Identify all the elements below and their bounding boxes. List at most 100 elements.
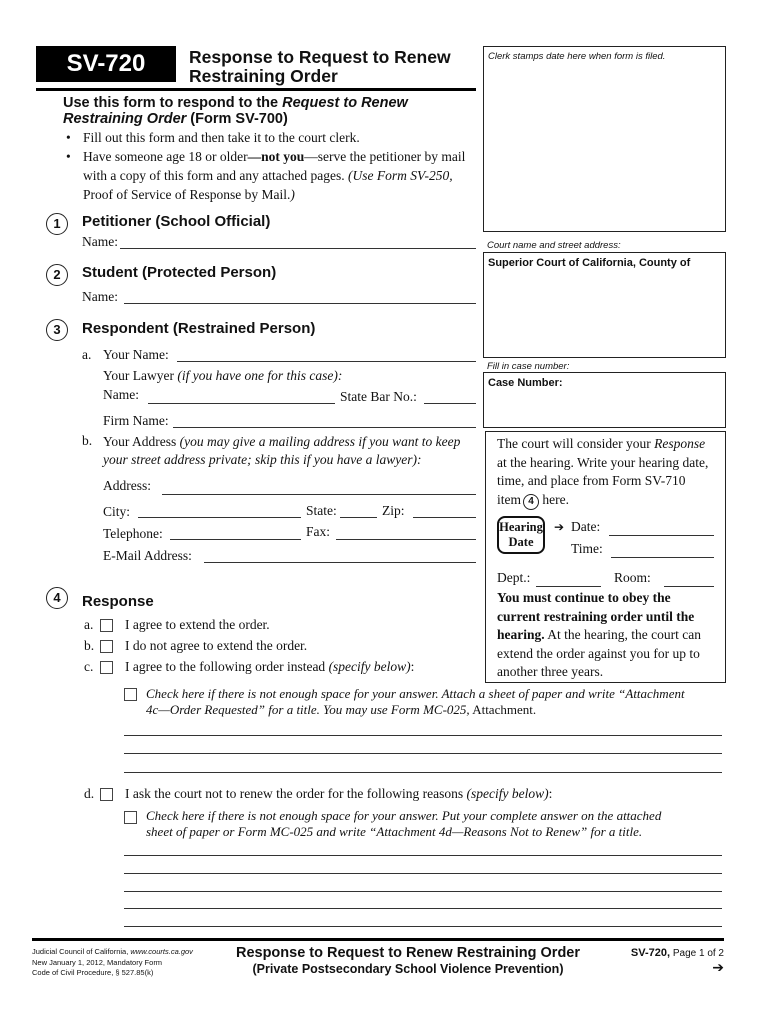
address-instruction-italic: (you may give a mailing address if you w… [179, 434, 461, 449]
student-name-field[interactable] [124, 289, 476, 304]
header-divider [36, 88, 476, 91]
warning-text: another three years. [497, 664, 604, 679]
footer-website-link[interactable]: www.courts.ca.gov [130, 947, 193, 956]
form-title: Response to Request to Renew Restraining… [189, 48, 451, 86]
warning-bold: You must continue to obey the [497, 590, 671, 605]
option-b-checkbox[interactable] [100, 640, 113, 653]
attachment-note-plain: Attachment. [469, 702, 537, 717]
section-2-number: 2 [46, 264, 68, 286]
answer-4d-line[interactable] [124, 877, 722, 892]
option-label-tail: : [548, 786, 553, 801]
bullet-italic: ) [290, 187, 295, 202]
section-4-title: Response [82, 593, 154, 610]
attachment-4d-checkbox[interactable] [124, 811, 137, 824]
option-d-checkbox[interactable] [100, 788, 113, 801]
time-label: Time: [571, 541, 603, 556]
lawyer-label-text: Your Lawyer [103, 368, 178, 383]
lawyer-label: Your Lawyer (if you have one for this ca… [103, 368, 342, 384]
form-code: SV-720 [66, 50, 146, 77]
answer-4d-line[interactable] [124, 841, 722, 856]
state-bar-field[interactable] [424, 389, 476, 404]
dept-field[interactable] [536, 572, 601, 587]
warning-text: At the hearing, the court can [544, 627, 701, 642]
address-instruction: Your Address (you may give a mailing add… [103, 433, 460, 469]
warning-bold: current restraining order until the [497, 608, 695, 624]
intro-heading: Use this form to respond to the Request … [63, 95, 408, 127]
email-field[interactable] [204, 548, 476, 563]
attachment-4d-note: Check here if there is not enough space … [146, 808, 661, 840]
item-3b-marker: b. [82, 433, 93, 448]
option-label: I agree to extend the order. [125, 617, 270, 632]
room-field[interactable] [664, 572, 714, 587]
hearing-date-field[interactable] [609, 521, 714, 536]
section-4-number: 4 [46, 587, 68, 609]
bullet-text: Proof of Service of Response by Mail. [83, 187, 291, 202]
response-option-a[interactable]: a. I agree to extend the order. [84, 617, 464, 635]
footer-left: Judicial Council of California, www.cour… [32, 947, 193, 979]
warning-text: extend the order against you for up to [497, 645, 700, 661]
state-bar-label: State Bar No.: [340, 389, 417, 404]
hearing-intro-line: time, and place from Form SV-710 [497, 473, 686, 488]
firm-name-label: Firm Name: [103, 413, 169, 428]
answer-4c-line[interactable] [124, 758, 722, 773]
response-option-b[interactable]: b. I do not agree to extend the order. [84, 638, 464, 656]
answer-4c-line[interactable] [124, 721, 722, 736]
your-name-field[interactable] [177, 347, 476, 362]
case-number-box[interactable]: Case Number: [483, 372, 726, 428]
hearing-time-field[interactable] [611, 543, 714, 558]
intro-heading-text: Use this form to respond to the [63, 95, 283, 111]
zip-field[interactable] [413, 503, 476, 518]
petitioner-name-label: Name: [82, 234, 118, 249]
footer-revision: New January 1, 2012, Mandatory Form [32, 957, 163, 967]
dept-label: Dept.: [497, 570, 531, 585]
your-name-label: Your Name: [103, 347, 169, 362]
lawyer-label-italic: (if you have one for this case): [177, 368, 343, 383]
clerk-stamp-label: Clerk stamps date here when form is file… [488, 51, 666, 62]
answer-4d-line[interactable] [124, 912, 722, 927]
form-title-line2: Restraining Order [189, 66, 338, 86]
attachment-note-line: sheet of paper or Form MC-025 and write … [146, 824, 643, 839]
option-label-italic: (specify below) [328, 659, 411, 674]
item-4-circle-icon: 4 [523, 493, 539, 510]
firm-name-field[interactable] [173, 413, 476, 428]
court-name-value: Superior Court of California, County of [488, 257, 691, 269]
fax-field[interactable] [336, 525, 476, 540]
telephone-field[interactable] [170, 525, 301, 540]
address-field[interactable] [162, 480, 476, 495]
attachment-4c-checkbox[interactable] [124, 688, 137, 701]
lawyer-name-field[interactable] [148, 389, 335, 404]
city-field[interactable] [138, 503, 301, 518]
lawyer-name-label: Name: [103, 387, 139, 402]
badge-line: Date [508, 535, 534, 549]
section-3-title: Respondent (Restrained Person) [82, 320, 316, 337]
student-name-label: Name: [82, 289, 118, 304]
hearing-intro-text: item [497, 491, 521, 507]
petitioner-name-field[interactable] [120, 234, 476, 249]
option-a-checkbox[interactable] [100, 619, 113, 632]
state-field[interactable] [340, 503, 377, 518]
zip-label: Zip: [382, 503, 405, 518]
state-label: State: [306, 503, 337, 518]
form-code-badge: SV-720 [36, 46, 176, 82]
item-3a-marker: a. [82, 347, 92, 362]
answer-4d-line[interactable] [124, 894, 722, 909]
footer-center: Response to Request to Renew Restraining… [218, 945, 598, 976]
court-name-box[interactable]: Superior Court of California, County of [483, 252, 726, 358]
address-instruction-italic: your street address private; skip this i… [103, 452, 422, 467]
footer-subtitle: (Private Postsecondary School Violence P… [252, 962, 564, 976]
section-1-number: 1 [46, 213, 68, 235]
hearing-date-badge: Hearing Date [497, 516, 545, 554]
form-title-line1: Response to Request to Renew [189, 47, 451, 67]
response-option-c[interactable]: c. I agree to the following order instea… [84, 659, 484, 677]
answer-4d-line[interactable] [124, 859, 722, 874]
next-page-arrow-icon[interactable]: ➔ [600, 960, 724, 976]
fax-label: Fax: [306, 524, 331, 539]
answer-4c-line[interactable] [124, 739, 722, 754]
option-c-checkbox[interactable] [100, 661, 113, 674]
option-label-tail: : [410, 659, 415, 674]
response-option-d[interactable]: d. I ask the court not to renew the orde… [84, 786, 584, 804]
hearing-intro-italic: Response [654, 436, 706, 451]
attachment-note-italic: 4c—Order Requested” for a title. You may… [146, 702, 470, 717]
clerk-stamp-box: Clerk stamps date here when form is file… [483, 46, 726, 232]
bullet-text: with a copy of this form and any attache… [83, 168, 349, 183]
